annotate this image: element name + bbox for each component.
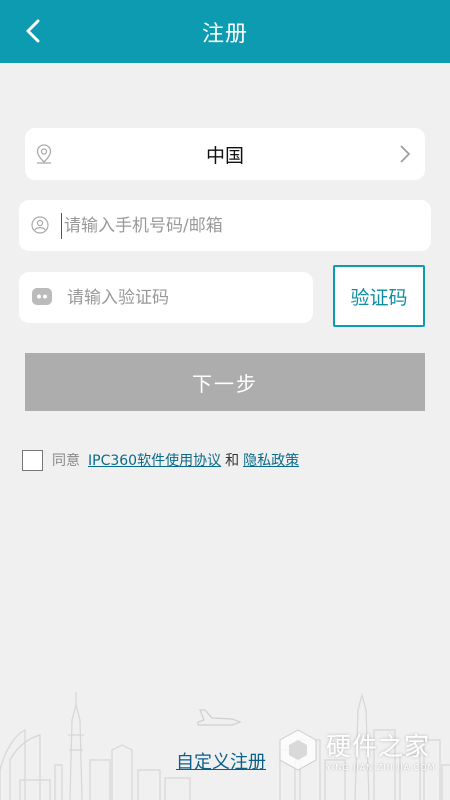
custom-register-link[interactable]: 自定义注册: [176, 748, 266, 774]
and-label: 和: [225, 453, 240, 469]
phone-email-input[interactable]: [61, 213, 411, 239]
agree-label: 同意: [52, 453, 80, 469]
user-icon: [31, 216, 49, 234]
chevron-left-icon: [26, 19, 40, 43]
next-step-button[interactable]: 下一步: [25, 353, 425, 411]
phone-email-field: [19, 200, 431, 251]
watermark-title: 硬件之家: [326, 732, 431, 761]
cube-logo-icon: [279, 728, 317, 771]
agreement-checkbox[interactable]: [22, 449, 43, 471]
country-selector[interactable]: 中国: [25, 128, 425, 180]
get-code-button[interactable]: 验证码: [333, 265, 425, 327]
verification-code-input[interactable]: [67, 285, 297, 311]
title-bar: 注册: [0, 0, 450, 63]
verification-code-field: [19, 272, 313, 323]
message-icon: [32, 288, 52, 305]
privacy-policy-link[interactable]: 隐私政策: [243, 450, 299, 470]
agreement-row: 同意 IPC360软件使用协议 和 隐私政策: [22, 449, 299, 471]
back-button[interactable]: [18, 16, 48, 46]
chevron-right-icon: [400, 145, 411, 163]
page-title: 注册: [201, 21, 248, 47]
country-value: 中国: [205, 145, 244, 167]
terms-link[interactable]: IPC360软件使用协议: [88, 450, 221, 470]
watermark: 硬件之家 YING JIAN ZHI JIA.COM: [278, 727, 435, 772]
watermark-subtitle: YING JIAN ZHI JIA.COM: [326, 763, 436, 772]
